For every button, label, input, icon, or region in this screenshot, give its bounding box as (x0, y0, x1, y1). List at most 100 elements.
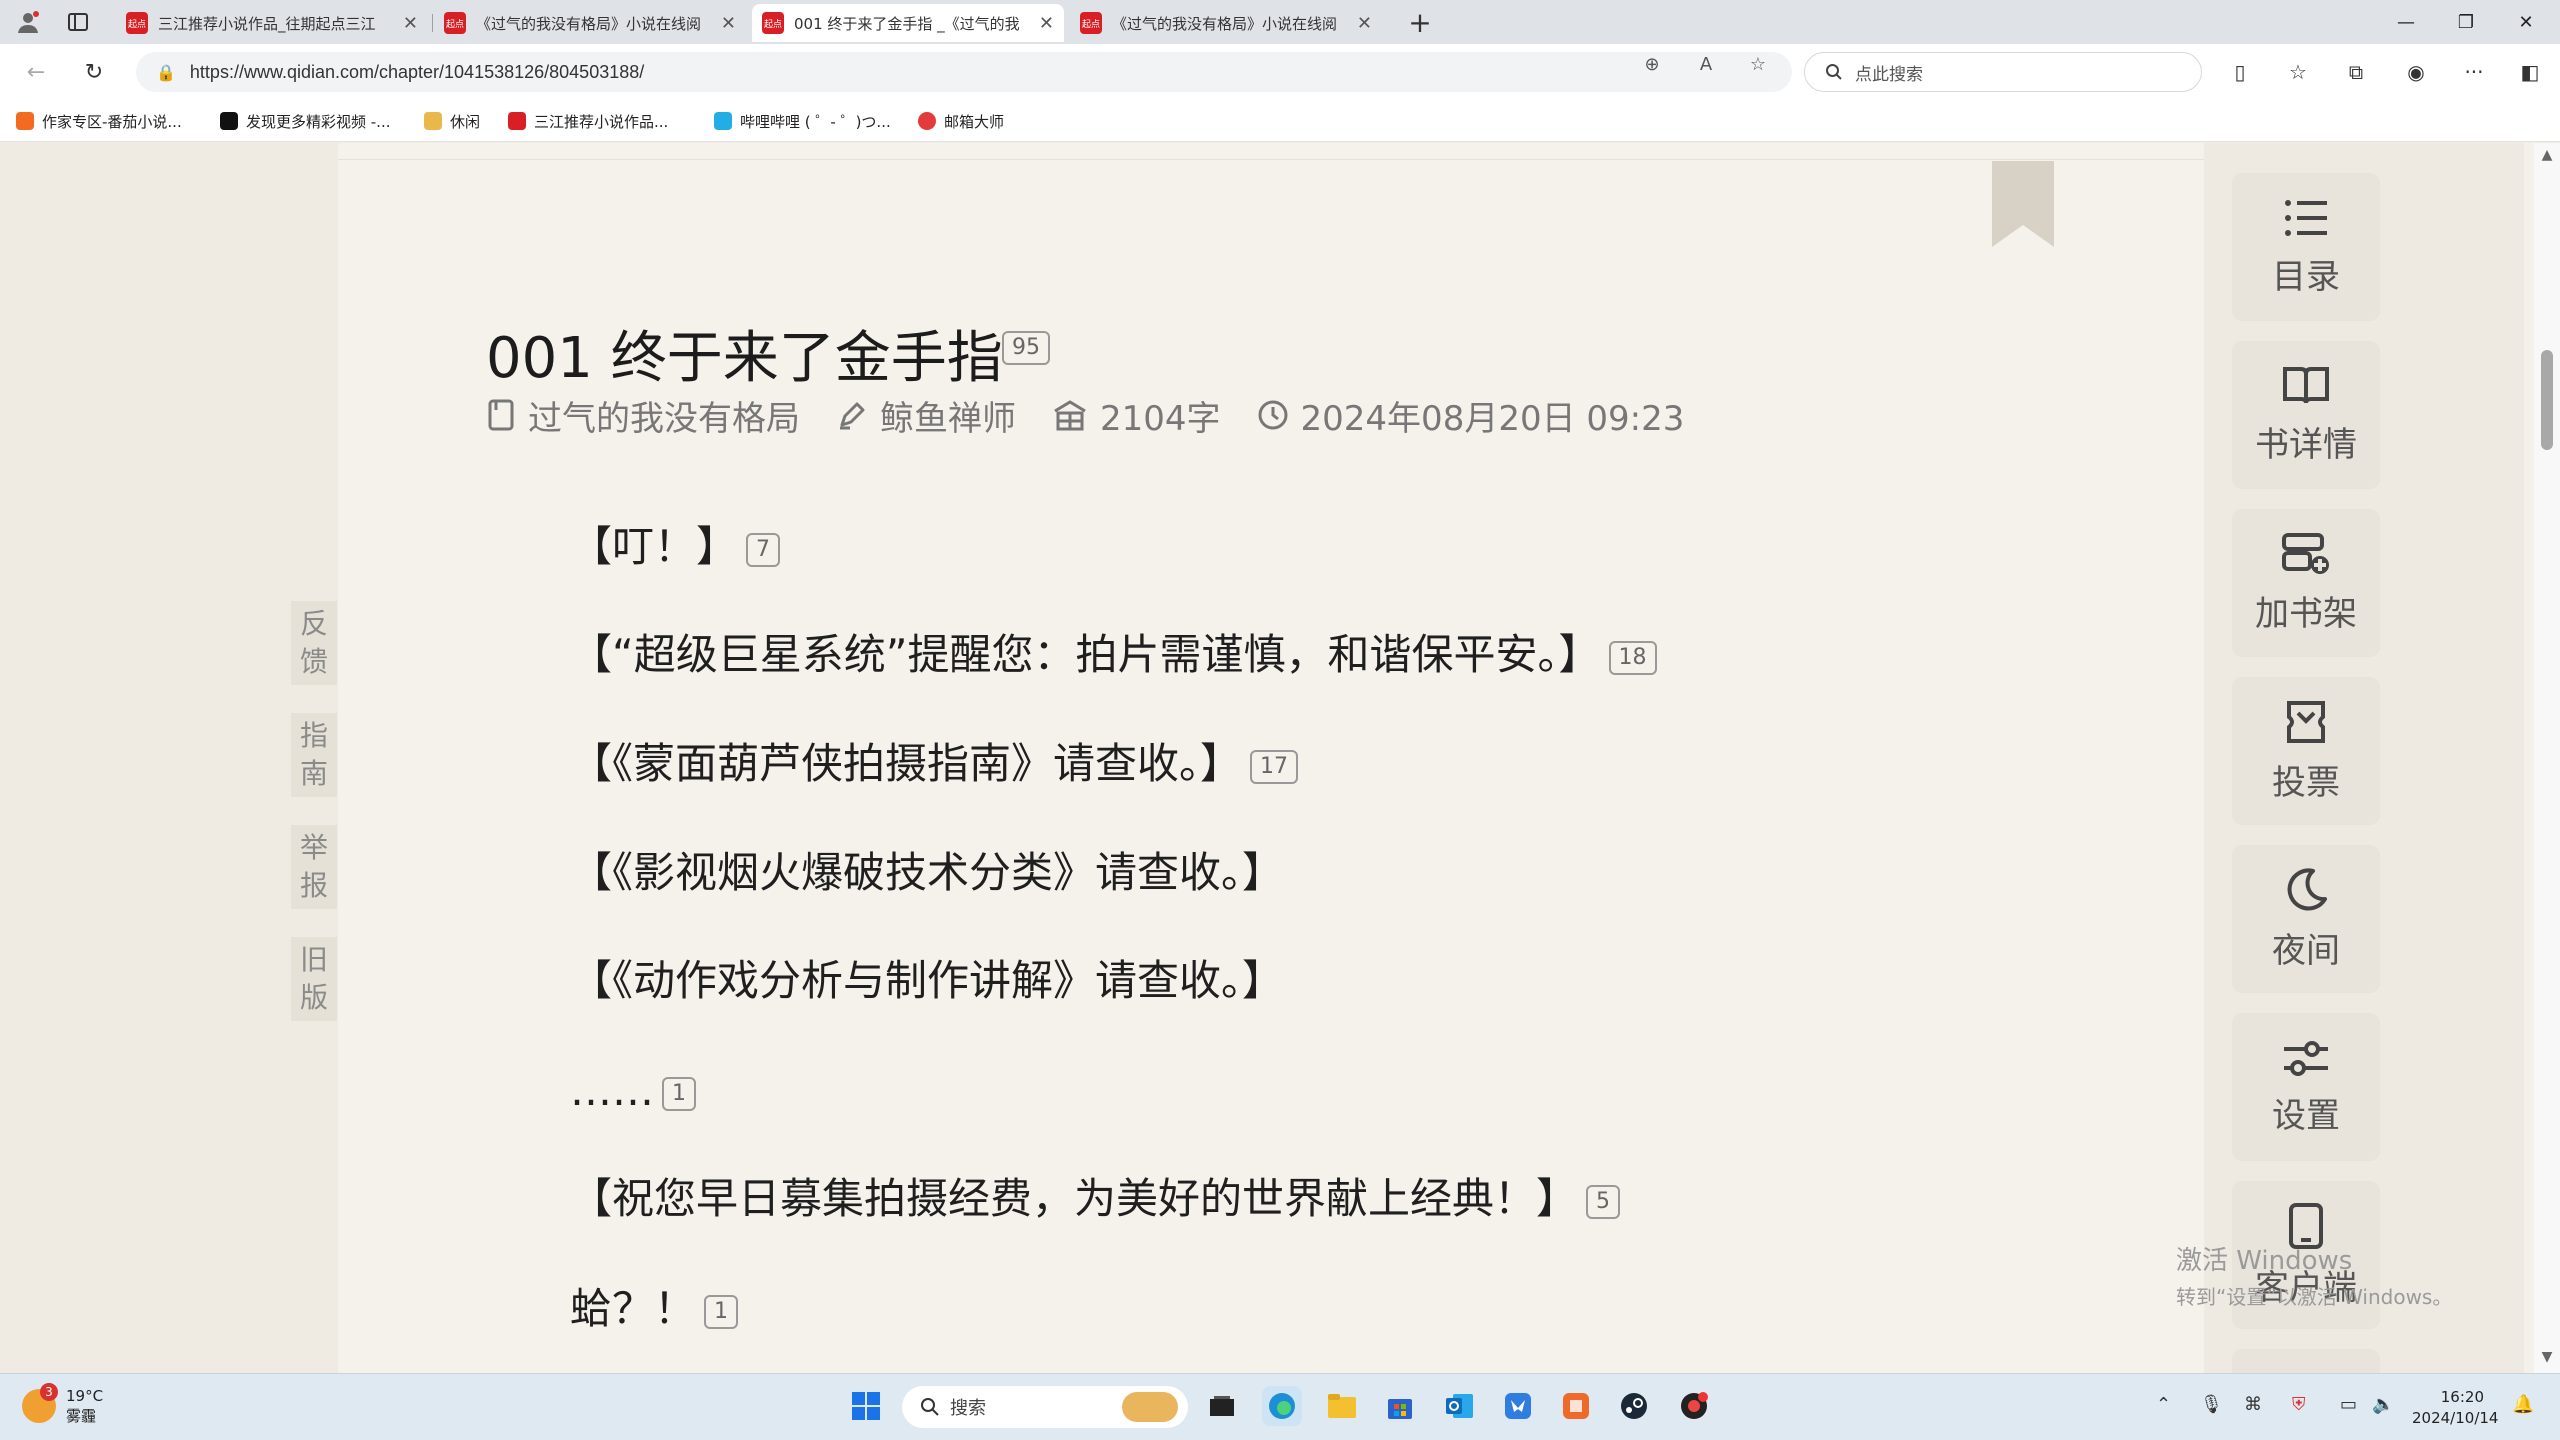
moon-icon (2287, 868, 2327, 910)
restore-icon[interactable]: ❐ (2446, 6, 2486, 38)
night-mode-button[interactable]: 夜间 (2232, 845, 2380, 993)
paragraph-comment-count[interactable]: 1 (704, 1294, 739, 1329)
weather-temp: 19°C (66, 1387, 104, 1405)
scrollbar-thumb[interactable] (2541, 350, 2553, 450)
bookmarks-bar: 作家专区-番茄小说... 发现更多精彩视频 -... 休闲 三江推荐小说作品..… (0, 100, 2560, 142)
settings-button[interactable]: 设置 (2232, 1013, 2380, 1161)
back-icon[interactable]: ← (20, 56, 52, 88)
meta-author[interactable]: 鲸鱼禅师 (836, 391, 1016, 440)
author-name[interactable]: 鲸鱼禅师 (880, 391, 1016, 440)
taskbar-search[interactable]: 搜索 (902, 1386, 1188, 1428)
shelf-add-icon (2282, 532, 2329, 574)
start-menu-icon[interactable] (846, 1386, 886, 1426)
sidebar-toggle-icon[interactable]: ◧ (2514, 56, 2546, 88)
read-aloud-icon[interactable]: A (1688, 52, 1724, 76)
collections-icon[interactable]: ⧉ (2340, 56, 2372, 88)
steam-icon[interactable] (1614, 1386, 1654, 1426)
favorites-icon[interactable]: ☆ (2282, 56, 2314, 88)
close-tab-icon[interactable]: ✕ (1039, 13, 1054, 34)
meta-book[interactable]: 过气的我没有格局 (486, 391, 800, 440)
toc-button[interactable]: 目录 (2232, 173, 2380, 321)
bookmark-item[interactable]: 作家专区-番茄小说... (16, 108, 182, 134)
left-margin (0, 143, 338, 1373)
search-placeholder: 点此搜索 (1855, 64, 1923, 85)
browser-tab-active[interactable]: 起点 001 终于来了金手指 _《过气的我 ✕ (752, 4, 1064, 42)
edge-browser-icon[interactable] (1262, 1386, 1302, 1426)
add-shelf-button[interactable]: 加书架 (2232, 509, 2380, 657)
book-name[interactable]: 过气的我没有格局 (528, 391, 800, 440)
minimize-icon[interactable]: — (2386, 6, 2426, 38)
bookmark-folder[interactable]: 休闲 (424, 108, 480, 134)
bookmark-item[interactable]: 邮箱大师 (918, 108, 1004, 134)
page-scrollbar[interactable] (2534, 143, 2560, 1373)
orange-app-icon[interactable] (1556, 1386, 1596, 1426)
new-tab-icon[interactable]: + (1406, 6, 1434, 39)
recording-app-icon[interactable] (1674, 1386, 1714, 1426)
scroll-up-icon[interactable]: ▲ (2538, 147, 2556, 165)
tray-expand-icon[interactable]: ⌃ (2156, 1394, 2171, 1415)
paragraph-text: 蛤？！ (570, 1284, 697, 1333)
url-text[interactable]: https://www.qidian.com/chapter/104153812… (190, 62, 644, 83)
input-method-icon[interactable]: ⌘ (2244, 1394, 2262, 1415)
paragraph-comment-count[interactable]: 7 (746, 532, 781, 567)
browser-tab[interactable]: 起点 《过气的我没有格局》小说在线阅 ✕ (434, 4, 746, 42)
antivirus-icon[interactable]: ⛨ (2292, 1394, 2306, 1415)
chapter-comment-count[interactable]: 95 (1002, 331, 1050, 365)
paragraph-comment-count[interactable]: 1 (662, 1076, 696, 1111)
split-screen-icon[interactable]: ▯ (2224, 56, 2256, 88)
url-bar[interactable]: 🔒 https://www.qidian.com/chapter/1041538… (136, 52, 1792, 92)
profile-icon[interactable] (14, 8, 42, 36)
browser-tab[interactable]: 起点 三江推荐小说作品_往期起点三江 ✕ (116, 4, 428, 42)
notification-bell-icon[interactable]: 🔔 (2512, 1394, 2534, 1415)
close-tab-icon[interactable]: ✕ (403, 13, 418, 34)
qidian-favicon-icon: 起点 (126, 12, 148, 34)
bookmark-item[interactable]: 哔哩哔哩 ( ゜- ゜)つ... (714, 108, 891, 134)
feedback-link[interactable]: 反馈 (291, 601, 337, 685)
weather-widget[interactable]: 3 19°C 雾霾 (22, 1383, 104, 1426)
task-view-icon[interactable] (1202, 1386, 1242, 1426)
tab-title: 001 终于来了金手指 _《过气的我 (794, 14, 1020, 33)
scroll-down-icon[interactable]: ▼ (2538, 1349, 2556, 1367)
close-window-icon[interactable]: ✕ (2506, 6, 2546, 38)
chapter-paragraph: 【《蒙面葫芦侠拍摄指南》请查收。】 17 (570, 734, 1299, 794)
browser-search-box[interactable]: 点此搜索 (1804, 52, 2202, 92)
paragraph-comment-count[interactable]: 18 (1608, 640, 1657, 675)
close-tab-icon[interactable]: ✕ (1357, 13, 1372, 34)
tab-actions-icon[interactable] (64, 8, 92, 36)
more-tool-button[interactable] (2232, 1349, 2380, 1373)
network-icon[interactable]: ▭ (2340, 1394, 2357, 1415)
refresh-icon[interactable]: ↻ (78, 56, 110, 88)
guide-link[interactable]: 指南 (291, 713, 337, 797)
volume-icon[interactable]: 🔈 (2372, 1394, 2394, 1415)
bookmark-label: 发现更多精彩视频 -... (246, 112, 391, 131)
close-tab-icon[interactable]: ✕ (721, 13, 736, 34)
outlook-icon[interactable] (1440, 1386, 1480, 1426)
paragraph-comment-count[interactable]: 17 (1250, 749, 1299, 784)
vote-button[interactable]: 投票 (2232, 677, 2380, 825)
qidian-favicon-icon: 起点 (1080, 12, 1102, 34)
bookmark-item[interactable]: 发现更多精彩视频 -... (220, 108, 391, 134)
bookmark-ribbon-icon[interactable] (1992, 161, 2054, 247)
report-link[interactable]: 举报 (291, 825, 337, 909)
paragraph-text: 【《动作戏分析与制作讲解》请查收。】 (570, 956, 1285, 1005)
system-clock[interactable]: 16:20 2024/10/14 (2412, 1387, 2498, 1429)
search-icon (921, 1398, 939, 1416)
weather-desc: 雾霾 (66, 1407, 97, 1425)
book-detail-button[interactable]: 书详情 (2232, 341, 2380, 489)
file-explorer-icon[interactable] (1322, 1386, 1362, 1426)
favorite-star-icon[interactable]: ☆ (1740, 52, 1776, 76)
more-menu-icon[interactable]: ··· (2458, 56, 2490, 88)
zoom-icon[interactable]: ⊕ (1634, 52, 1670, 76)
old-version-link[interactable]: 旧版 (291, 937, 337, 1021)
browser-tab[interactable]: 起点 《过气的我没有格局》小说在线阅 ✕ (1070, 4, 1382, 42)
weather-badge: 3 (40, 1383, 58, 1401)
lock-icon[interactable]: 🔒 (156, 63, 176, 82)
microphone-icon[interactable]: 🎙 (2200, 1394, 2223, 1415)
address-toolbar: ← ↻ 🔒 https://www.qidian.com/chapter/104… (0, 44, 2560, 100)
extension-icon[interactable]: ◉ (2400, 56, 2432, 88)
tab-title: 《过气的我没有格局》小说在线阅 (476, 14, 702, 33)
bluesky-app-icon[interactable] (1498, 1386, 1538, 1426)
ms-store-icon[interactable] (1380, 1386, 1420, 1426)
bookmark-item[interactable]: 三江推荐小说作品... (508, 108, 668, 134)
paragraph-comment-count[interactable]: 5 (1586, 1184, 1621, 1219)
